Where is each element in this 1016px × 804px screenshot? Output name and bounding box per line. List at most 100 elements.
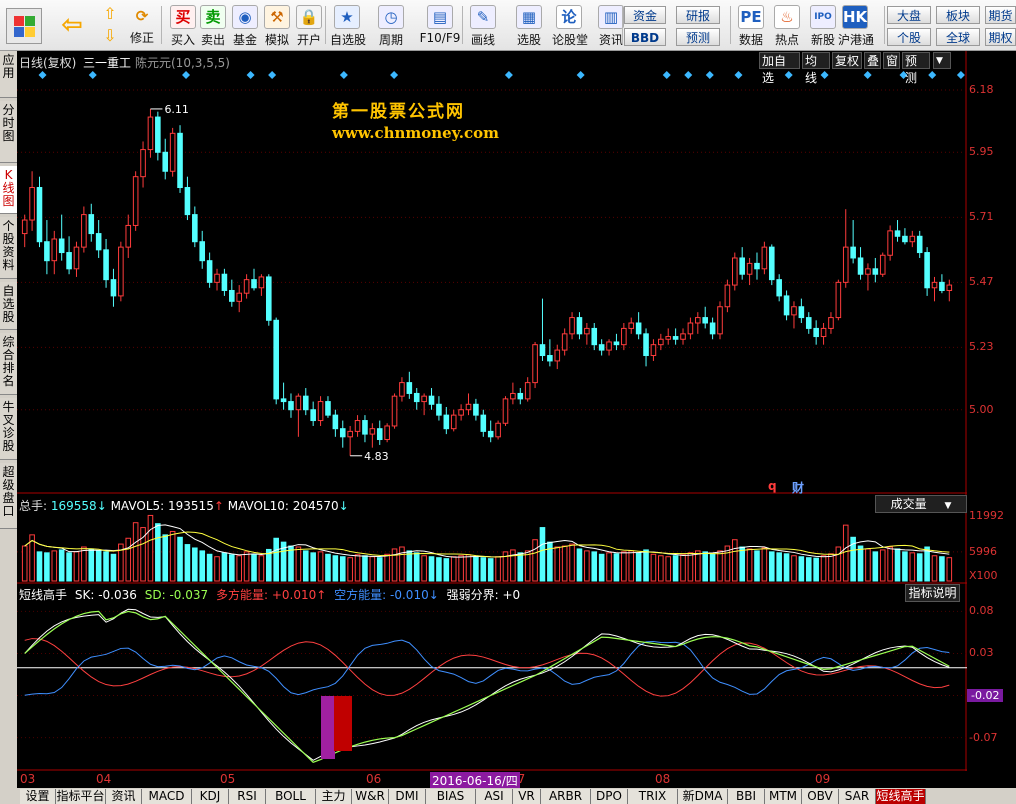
global-button[interactable]: 全球 [936,28,980,46]
bottom-tab-5[interactable]: RSI [229,789,266,804]
volume-bar-58 [450,556,457,582]
funds-button[interactable]: 资金 [624,6,666,24]
bottom-tab-17[interactable]: BBI [728,789,765,804]
bottom-tab-9[interactable]: DMI [389,789,426,804]
left-tab-4[interactable]: 自选股 [0,282,17,330]
bottom-tab-2[interactable]: 资讯 [106,789,142,804]
back-button[interactable]: ⇦ [52,3,92,47]
candle-body-37 [295,395,302,411]
candle-body-93 [709,322,716,335]
candle-body-119 [902,235,908,243]
bottom-tab-21[interactable]: 短线高手 [876,789,926,804]
bottom-tab-7[interactable]: 主力 [316,789,352,804]
volume-bar-121 [916,553,923,582]
event-marker-finance[interactable]: 财 [792,479,804,496]
sell-button[interactable]: 卖卖出 [196,3,230,47]
left-tab-7[interactable]: 超级盘口 [0,463,17,529]
buy-button[interactable]: 买买入 [166,3,200,47]
left-tab-5[interactable]: 综合排名 [0,333,17,395]
bottom-tab-1[interactable]: 指标平台 [56,789,106,804]
left-tab-0[interactable]: 应用 [0,51,17,98]
candle-body-99 [754,262,760,270]
refresh-button[interactable]: ⟳ 修正 [126,3,158,47]
bottom-tab-16[interactable]: 新DMA [678,789,728,804]
hotspot-button[interactable]: ♨ 热点 [770,3,804,47]
options-button[interactable]: 期权 [985,28,1016,46]
bottom-tab-8[interactable]: W&R [352,789,389,804]
volume-bar-49 [384,553,390,582]
left-tab-6[interactable]: 牛叉诊股 [0,398,17,460]
chart-select-icon: ▦ [516,5,542,29]
header-button-5[interactable]: 预测 [902,52,930,85]
f10-button[interactable]: ▤ F10/F9 [418,3,462,47]
bottom-tab-0[interactable]: 设置 [20,789,56,804]
open-account-button[interactable]: 🔒 开户 [292,3,326,47]
event-diamond-10 [684,71,693,79]
up-button[interactable]: ⇧ [98,4,122,24]
header-button-4[interactable]: 窗 [883,52,900,69]
bottom-tab-14[interactable]: DPO [591,789,628,804]
volume-bar-80 [613,553,620,582]
volume-bar-5 [58,549,65,582]
volume-bar-72 [554,546,561,582]
data-button[interactable]: PE 数据 [734,3,768,47]
volume-bar-14 [125,537,132,582]
candle-body-39 [310,409,316,422]
period-button[interactable]: ◷ 周期 [374,3,408,47]
single-button[interactable]: 个股 [887,28,931,46]
left-tab-2[interactable]: K线图 [0,166,17,214]
bottom-tab-3[interactable]: MACD [142,789,192,804]
bbd-button[interactable]: BBD [624,28,666,46]
bottom-tab-19[interactable]: OBV [802,789,839,804]
candle-body-82 [628,322,635,329]
forecast-button[interactable]: 预测 [676,28,720,46]
candle-body-38 [302,395,309,411]
market-button[interactable]: 大盘 [887,6,931,24]
research-button[interactable]: 研报 [676,6,720,24]
futures-button[interactable]: 期货 [985,6,1016,24]
candle-body-55 [428,395,435,405]
stock-picker-button[interactable]: ▦ 选股 [512,3,546,47]
left-tab-1[interactable]: 分时图 [0,101,17,163]
month-label-09: 09 [815,772,831,786]
bottom-tab-13[interactable]: ARBR [541,789,591,804]
bottom-tab-6[interactable]: BOLL [266,789,316,804]
down-button[interactable]: ⇩ [98,26,122,46]
bottom-tab-20[interactable]: SAR [839,789,876,804]
header-button-2[interactable]: 复权 [832,52,862,69]
bottom-tab-4[interactable]: KDJ [192,789,229,804]
high-label: 6.11 [164,103,189,116]
event-marker-q[interactable]: q [768,479,777,493]
volume-bar-106 [805,557,812,582]
volume-bar-51 [399,546,405,582]
fund-button[interactable]: ◉ 基金 [228,3,262,47]
start-icon[interactable] [6,8,42,44]
bottom-tab-11[interactable]: ASI [476,789,513,804]
toolbar-divider-4 [884,6,885,44]
block-button[interactable]: 板块 [936,6,980,24]
watchlist-button[interactable]: ★ 自选股 [330,3,366,47]
header-menu-button[interactable]: ▼ [933,52,951,69]
hk-connect-button[interactable]: HK 沪港通 [838,3,874,47]
header-button-3[interactable]: 叠 [864,52,881,69]
new-stock-button[interactable]: IPO 新股 [806,3,840,47]
volume-bar-109 [828,553,834,582]
header-button-0[interactable]: 加自选 [759,52,800,85]
volume-bar-64 [495,556,501,582]
bottom-tab-15[interactable]: TRIX [628,789,678,804]
volume-bar-69 [532,539,538,582]
bottom-tab-18[interactable]: MTM [765,789,802,804]
bottom-tab-12[interactable]: VR [513,789,541,804]
forum-button[interactable]: 论论股堂 [552,3,588,47]
draw-line-button[interactable]: ✎ 画线 [466,3,500,47]
left-tab-3[interactable]: 个股资料 [0,217,17,279]
simulate-button[interactable]: ⚒ 模拟 [260,3,294,47]
bottom-tab-10[interactable]: BIAS [426,789,476,804]
hammer-icon: ⚒ [264,5,290,29]
volume-selector[interactable]: 成交量 ▼ [875,495,967,513]
volume-selector-label: 成交量 [890,497,927,511]
header-button-1[interactable]: 均线 [802,52,830,85]
candle-body-79 [606,341,612,351]
indicator-help-button[interactable]: 指标说明 [905,584,960,602]
volume-bar-93 [709,553,716,582]
